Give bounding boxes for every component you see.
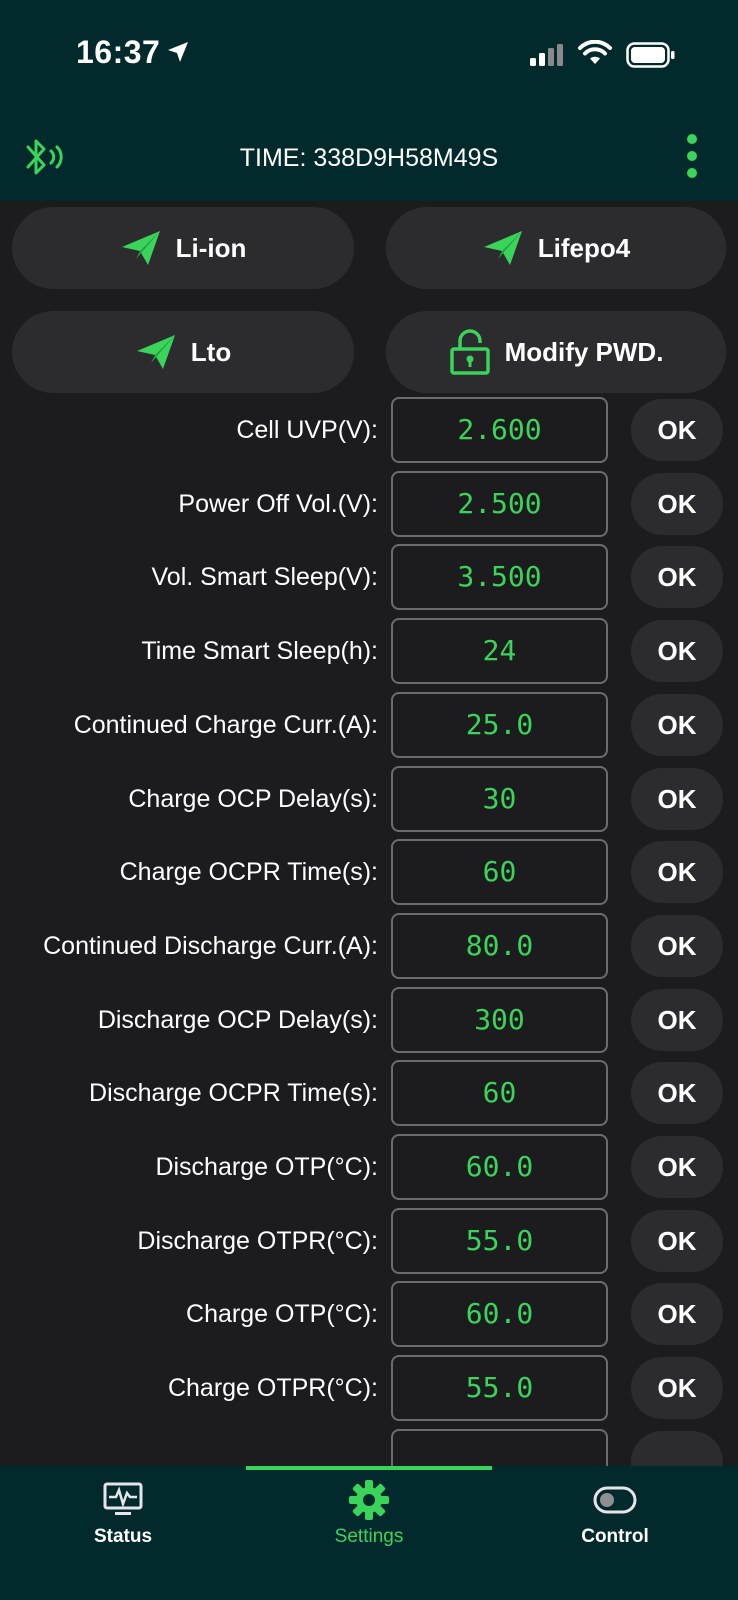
paper-plane-icon — [120, 229, 162, 267]
status-time: 16:37 — [76, 34, 161, 70]
toggle-icon — [492, 1478, 738, 1522]
setting-row: Charge OCP Delay(s): 30 OK — [0, 766, 738, 832]
lifepo4-button[interactable]: Lifepo4 — [386, 207, 726, 289]
active-tab-indicator — [246, 1466, 492, 1470]
lto-label: Lto — [190, 336, 232, 367]
setting-value-input[interactable]: 80.0 — [391, 913, 608, 979]
setting-row: Continued Discharge Curr.(A): 80.0 OK — [0, 913, 738, 979]
setting-value-input[interactable]: 2.600 — [391, 397, 608, 463]
cellular-signal-icon — [530, 44, 563, 66]
setting-value-input[interactable]: 25.0 — [391, 692, 608, 758]
setting-label: Discharge OCPR Time(s): — [89, 1079, 378, 1107]
setting-row: Discharge OTP(°C): 60.0 OK — [0, 1134, 738, 1200]
setting-label: Vol. Smart Sleep(V): — [151, 563, 378, 591]
setting-value-input[interactable]: 60.0 — [391, 1134, 608, 1200]
ok-button[interactable]: OK — [631, 1062, 723, 1124]
setting-label: Charge OTP(°C): — [186, 1300, 378, 1328]
setting-label: Power Off Vol.(V): — [178, 490, 378, 518]
setting-row: Power Off Vol.(V): 2.500 OK — [0, 471, 738, 537]
battery-icon — [626, 42, 675, 68]
tab-settings-label: Settings — [334, 1526, 404, 1547]
setting-label: Time Smart Sleep(h): — [141, 637, 378, 665]
ok-button[interactable]: OK — [631, 473, 723, 535]
setting-value-input[interactable]: 55.0 — [391, 1208, 608, 1274]
ok-button[interactable]: OK — [631, 841, 723, 903]
tab-control[interactable]: Control — [492, 1478, 738, 1558]
gear-icon — [246, 1478, 492, 1522]
modify-password-button[interactable]: Modify PWD. — [386, 311, 726, 393]
ok-button[interactable]: OK — [631, 1357, 723, 1419]
app-header: TIME: 338D9H58M49S — [0, 110, 738, 201]
bottom-tab-bar: Status Settings Control — [0, 1466, 738, 1600]
setting-label: Continued Discharge Curr.(A): — [43, 932, 378, 960]
setting-row: Continued Charge Curr.(A): 25.0 OK — [0, 692, 738, 758]
wifi-icon — [578, 40, 612, 64]
tab-control-label: Control — [581, 1526, 649, 1547]
ok-button[interactable]: OK — [631, 546, 723, 608]
setting-value-input[interactable]: 3.500 — [391, 544, 608, 610]
tab-status-label: Status — [93, 1526, 153, 1547]
ok-button[interactable]: OK — [631, 620, 723, 682]
setting-value-input[interactable]: 60.0 — [391, 1281, 608, 1347]
settings-content[interactable]: Li-ion Lifepo4 Lto Modify PWD. Cell UVP(… — [0, 201, 738, 1466]
setting-value-input[interactable]: 30 — [391, 766, 608, 832]
ok-button[interactable]: OK — [631, 694, 723, 756]
setting-row: Discharge OTPR(°C): 55.0 OK — [0, 1208, 738, 1274]
ok-button[interactable]: OK — [631, 1210, 723, 1272]
setting-value-input[interactable]: 60 — [391, 839, 608, 905]
lifepo4-label: Lifepo4 — [537, 232, 631, 263]
ok-button[interactable] — [631, 1431, 723, 1466]
setting-label: Charge OTPR(°C): — [167, 1374, 378, 1402]
setting-label: Discharge OTPR(°C): — [137, 1227, 378, 1255]
setting-value-input[interactable] — [391, 1429, 608, 1466]
paper-plane-icon — [482, 229, 524, 267]
location-arrow-icon — [168, 42, 188, 62]
setting-value-input[interactable]: 55.0 — [391, 1355, 608, 1421]
ok-button[interactable]: OK — [631, 915, 723, 977]
more-vertical-icon[interactable] — [680, 134, 704, 180]
setting-row: Charge OTPR(°C): 55.0 OK — [0, 1355, 738, 1421]
ok-button[interactable]: OK — [631, 768, 723, 830]
lto-button[interactable]: Lto — [12, 311, 354, 393]
ok-button[interactable]: OK — [631, 399, 723, 461]
ok-button[interactable]: OK — [631, 1283, 723, 1345]
setting-row: Vol. Smart Sleep(V): 3.500 OK — [0, 544, 738, 610]
setting-row: Charge OCPR Time(s): 60 OK — [0, 839, 738, 905]
setting-row: Discharge OCP Delay(s): 300 OK — [0, 987, 738, 1053]
lock-open-icon — [449, 329, 491, 375]
setting-row: Discharge OCPR Time(s): 60 OK — [0, 1060, 738, 1126]
setting-value-input[interactable]: 24 — [391, 618, 608, 684]
tab-status[interactable]: Status — [0, 1478, 246, 1558]
setting-label: Discharge OCP Delay(s): — [97, 1006, 378, 1034]
setting-label: Discharge OTP(°C): — [155, 1153, 378, 1181]
setting-label: Charge OCP Delay(s): — [128, 785, 378, 813]
tab-settings[interactable]: Settings — [246, 1478, 492, 1558]
li-ion-label: Li-ion — [175, 232, 247, 263]
setting-label: Charge OCPR Time(s): — [119, 858, 378, 886]
setting-row: Time Smart Sleep(h): 24 OK — [0, 618, 738, 684]
setting-row-partial — [0, 1429, 738, 1466]
modify-password-label: Modify PWD. — [504, 336, 664, 367]
setting-row: Charge OTP(°C): 60.0 OK — [0, 1281, 738, 1347]
setting-value-input[interactable]: 300 — [391, 987, 608, 1053]
runtime-title: TIME: 338D9H58M49S — [239, 144, 499, 172]
ok-button[interactable]: OK — [631, 989, 723, 1051]
ok-button[interactable]: OK — [631, 1136, 723, 1198]
paper-plane-icon — [135, 333, 177, 371]
setting-label: Cell UVP(V): — [236, 416, 378, 444]
setting-value-input[interactable]: 60 — [391, 1060, 608, 1126]
setting-row: Cell UVP(V): 2.600 OK — [0, 397, 738, 463]
status-bar: 16:37 — [0, 0, 738, 110]
monitor-pulse-icon — [0, 1478, 246, 1522]
setting-value-input[interactable]: 2.500 — [391, 471, 608, 537]
li-ion-button[interactable]: Li-ion — [12, 207, 354, 289]
setting-label: Continued Charge Curr.(A): — [73, 711, 378, 739]
